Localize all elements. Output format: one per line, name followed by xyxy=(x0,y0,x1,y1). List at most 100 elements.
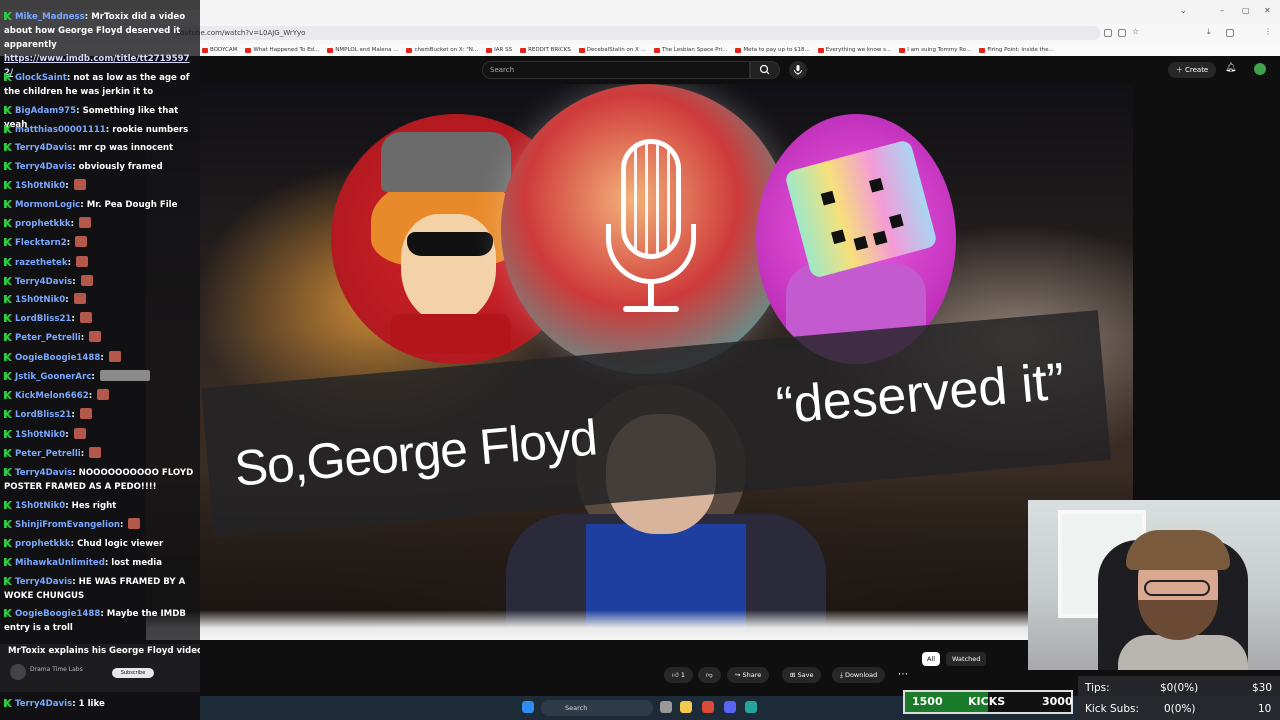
share-button[interactable]: ↪ Share xyxy=(727,667,770,683)
chat-message: 1Sh0tNik0: Hes right xyxy=(4,499,198,513)
create-button[interactable]: ＋ Create xyxy=(1168,62,1216,78)
taskbar-search[interactable]: Search xyxy=(541,700,653,716)
dislike-button[interactable]: 👎︎ xyxy=(698,667,721,683)
chat-username[interactable]: BigAdam975 xyxy=(15,106,76,116)
chat-text: Chud logic viewer xyxy=(77,539,164,549)
chat-username[interactable]: OogieBoogie1488 xyxy=(15,353,100,363)
chip-watched[interactable]: Watched xyxy=(946,652,987,666)
chat-text: rookie numbers xyxy=(112,125,189,135)
chat-emote-icon xyxy=(79,217,92,228)
bookmark-favicon-icon xyxy=(202,47,208,53)
download-button[interactable]: ⤓ Download xyxy=(832,667,886,683)
chat-username[interactable]: 1Sh0tNik0 xyxy=(15,501,65,511)
app-icon[interactable] xyxy=(745,701,757,713)
chat-emote-icon xyxy=(76,256,89,267)
copy-icon[interactable] xyxy=(1226,29,1234,37)
kick-badge-icon xyxy=(4,449,12,457)
tips-goal: $30 xyxy=(1252,682,1273,694)
bookmark-item[interactable]: IAR SS xyxy=(484,44,518,56)
chat-username[interactable]: Peter_Petrelli xyxy=(15,333,81,343)
task-view-icon[interactable] xyxy=(660,701,672,713)
menu-dots-icon[interactable]: ⋮ xyxy=(1264,27,1272,36)
bell-icon[interactable]: 🔔︎ xyxy=(1225,63,1236,73)
chat-username[interactable]: prophetkkk xyxy=(15,219,71,229)
bookmark-item[interactable]: I am suing Tommy Ro... xyxy=(897,44,977,56)
download-icon[interactable]: ⤓ xyxy=(1207,27,1211,37)
chat-username[interactable]: Terry4Davis xyxy=(15,143,72,153)
bookmark-item[interactable]: NMPLOL and Malena ... xyxy=(325,44,404,56)
close-window-icon[interactable]: ✕ xyxy=(1264,6,1271,15)
kick-badge-icon xyxy=(4,73,12,81)
like-count: 1 xyxy=(680,671,685,679)
chat-username[interactable]: 1Sh0tNik0 xyxy=(15,430,65,440)
search-button[interactable] xyxy=(750,61,780,79)
chip-all[interactable]: All xyxy=(922,652,941,666)
collapse-icon[interactable]: ⌄ xyxy=(1180,6,1187,15)
chat-username[interactable]: prophetkkk xyxy=(15,539,71,549)
bookmark-favicon-icon xyxy=(899,47,906,53)
kick-badge-icon xyxy=(4,162,12,170)
chat-message: Terry4Davis: mr cp was innocent xyxy=(4,141,198,155)
chat-message: Terry4Davis: xyxy=(4,275,198,289)
like-button[interactable]: 👍︎ 1 xyxy=(664,667,693,683)
minimize-icon[interactable]: – xyxy=(1220,6,1224,15)
bookmark-item[interactable]: The Lesbian Space Pri... xyxy=(652,44,734,56)
voice-search-button[interactable] xyxy=(789,61,807,79)
bookmark-item[interactable]: Everything we know s... xyxy=(816,44,898,56)
bookmark-item[interactable]: Meta to pay up to $18... xyxy=(733,44,815,56)
chat-username[interactable]: 1Sh0tNik0 xyxy=(15,295,65,305)
chat-username[interactable]: Terry4Davis xyxy=(15,577,72,587)
chat-username[interactable]: MihawkaUnlimited xyxy=(15,558,105,568)
video-player[interactable]: So,George Floyd “deserved it” xyxy=(146,84,1133,640)
chat-message: 1Sh0tNik0: xyxy=(4,179,198,193)
file-explorer-icon[interactable] xyxy=(680,701,692,713)
chat-username[interactable]: OogieBoogie1488 xyxy=(15,609,100,619)
chat-username[interactable]: LordBliss21 xyxy=(15,314,71,324)
chat-emote-icon xyxy=(79,312,92,323)
address-bar[interactable]: youtube.com/watch?v=L0AJG_WrYyo xyxy=(170,26,1100,40)
chat-text: Mr. Pea Dough File xyxy=(86,200,178,210)
bookmark-item[interactable]: What Happened To Ed... xyxy=(243,44,325,56)
chat-username[interactable]: MormonLogic xyxy=(15,200,80,210)
avatar[interactable] xyxy=(1254,63,1266,75)
chat-username[interactable]: ShinjiFromEvangelion xyxy=(15,520,120,530)
chat-username[interactable]: Terry4Davis xyxy=(15,162,72,172)
chat-username[interactable]: Flecktarn2 xyxy=(15,238,67,248)
more-actions-icon[interactable]: ⋯ xyxy=(898,667,908,683)
bookmark-item[interactable]: DecebalStalin on X ... xyxy=(577,44,652,56)
chat-username[interactable]: Terry4Davis xyxy=(15,699,72,709)
bookmark-item[interactable]: Firing Point: Inside the... xyxy=(977,44,1059,56)
bookmark-item[interactable]: chemBucket on X: "N... xyxy=(404,44,484,56)
chat-username[interactable]: 1Sh0tNik0 xyxy=(15,181,65,191)
discord-icon[interactable] xyxy=(724,701,736,713)
kick-badge-icon xyxy=(4,333,12,341)
chat-message: MihawkaUnlimited: lost media xyxy=(4,556,198,570)
chrome-icon[interactable] xyxy=(702,701,714,713)
bookmark-item[interactable]: BODYCAM xyxy=(200,44,243,56)
subscribe-button[interactable]: Subscribe xyxy=(112,668,154,678)
chat-username[interactable]: Terry4Davis xyxy=(15,468,72,478)
extension-icon[interactable] xyxy=(1104,29,1112,37)
bookmark-favicon-icon xyxy=(406,47,413,53)
subs-value: 0(0%) xyxy=(1164,703,1196,715)
chat-message: Mike_Madness: MrToxix did a video about … xyxy=(4,12,186,50)
chat-username[interactable]: KickMelon6662 xyxy=(15,391,89,401)
screenshot-icon[interactable] xyxy=(1118,29,1126,37)
windows-start-icon[interactable] xyxy=(522,701,534,713)
chat-username[interactable]: razethetek xyxy=(15,258,68,268)
chat-username[interactable]: matthias00001111 xyxy=(15,125,106,135)
chat-username[interactable]: Mike_Madness xyxy=(15,12,85,22)
kick-badge-icon xyxy=(4,125,12,133)
chat-username[interactable]: LordBliss21 xyxy=(15,410,71,420)
maximize-icon[interactable]: ▢ xyxy=(1242,6,1250,15)
chat-username[interactable]: Peter_Petrelli xyxy=(15,449,81,459)
youtube-search-input[interactable]: Search xyxy=(482,61,750,79)
chat-username[interactable]: GlockSaint xyxy=(15,73,67,83)
chat-username[interactable]: Terry4Davis xyxy=(15,277,72,287)
bookmark-favicon-icon xyxy=(735,47,742,53)
bookmark-star-icon[interactable]: ☆ xyxy=(1132,27,1139,36)
save-button[interactable]: ⊞ Save xyxy=(782,667,822,683)
chat-username[interactable]: Jstik_GoonerArc xyxy=(15,372,91,382)
microphone-logo-circle xyxy=(501,84,791,374)
bookmark-item[interactable]: REDDIT BRICKS xyxy=(518,44,577,56)
